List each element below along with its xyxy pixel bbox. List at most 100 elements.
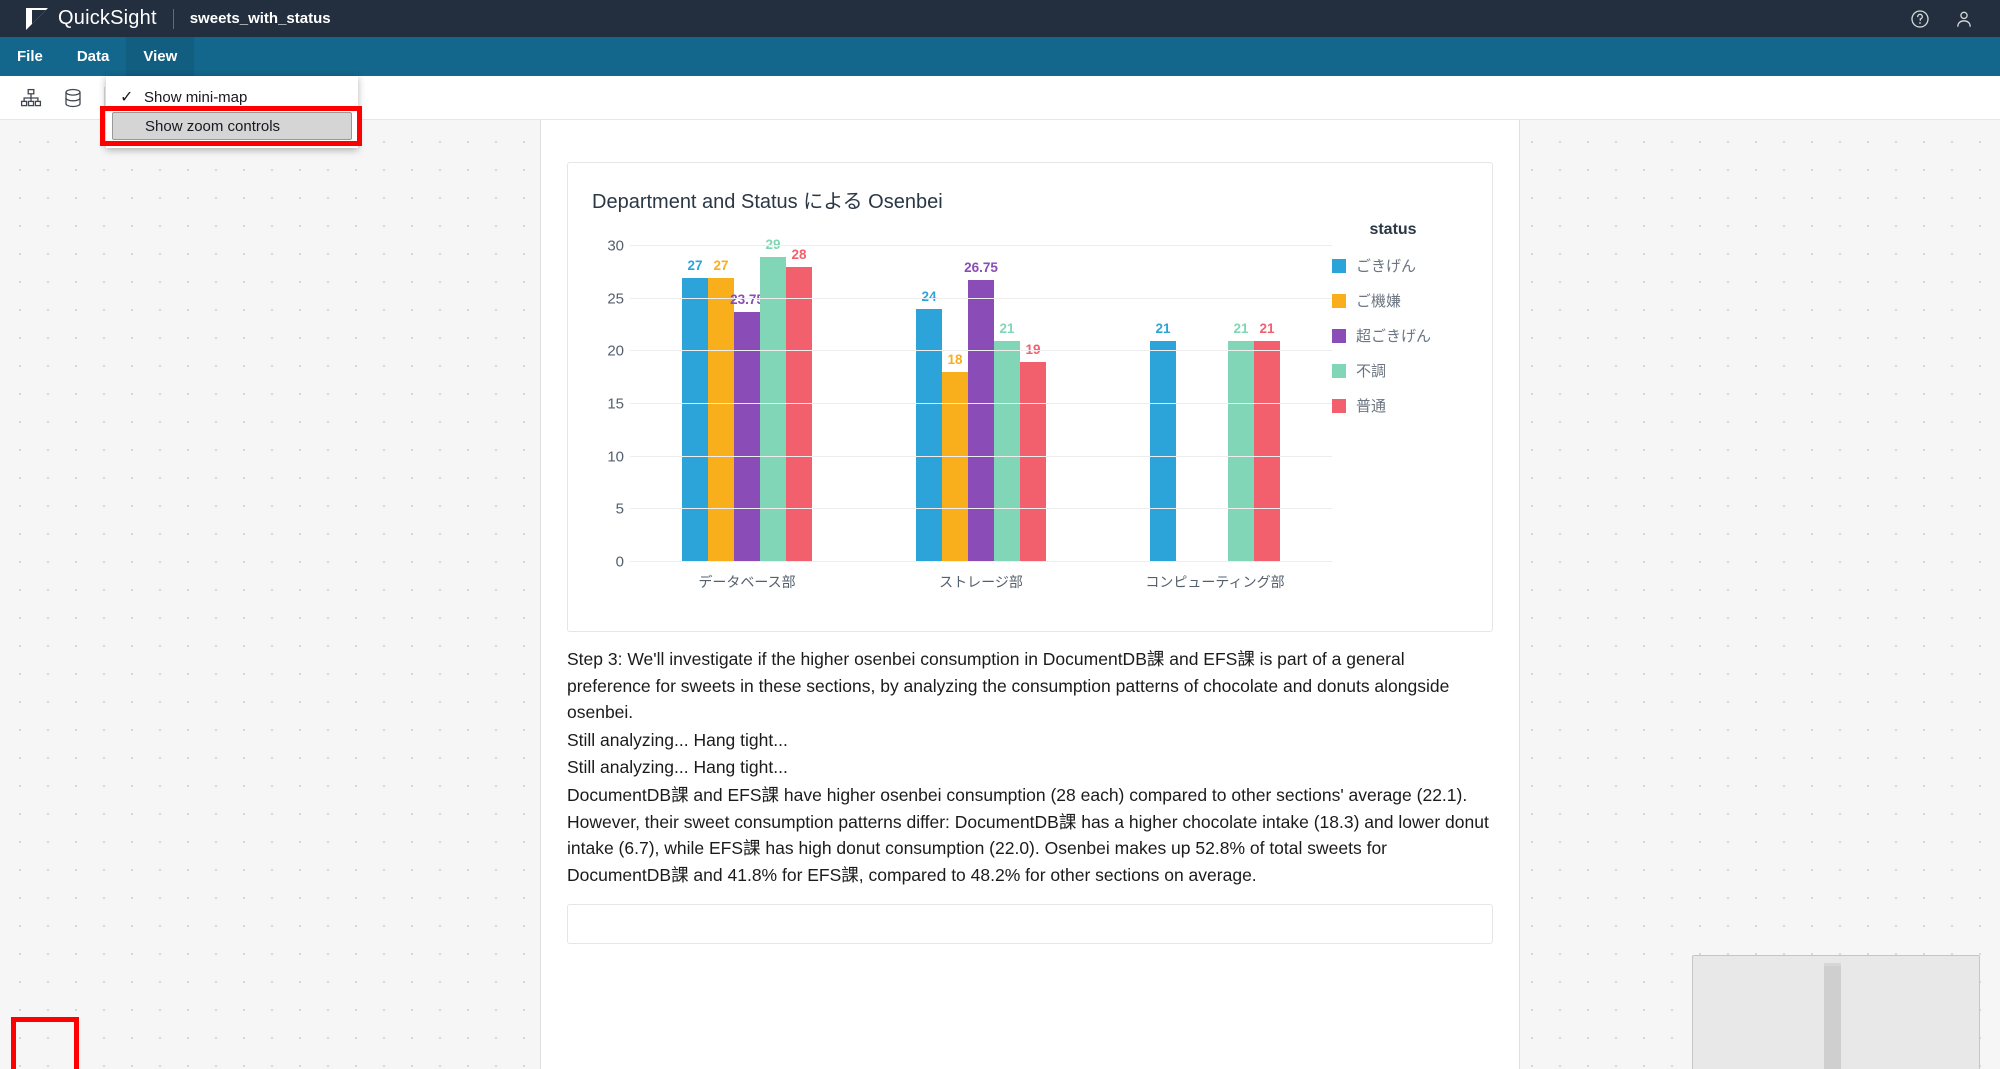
mini-map[interactable]	[1692, 955, 1980, 1069]
toolbar-divider	[104, 86, 105, 109]
legend-label: 不調	[1356, 363, 1387, 380]
bar-value-label: 26.75	[964, 260, 998, 276]
canvas-region-highlight	[11, 1017, 79, 1069]
legend-item[interactable]: 不調	[1332, 360, 1470, 381]
bar[interactable]	[1254, 340, 1280, 562]
bar[interactable]	[994, 340, 1020, 562]
bar-slot	[1176, 246, 1202, 562]
divider	[172, 8, 174, 29]
view-menu-dropdown: ✓ Show mini-map Show zoom controls	[106, 76, 358, 148]
hierarchy-icon[interactable]	[20, 87, 42, 109]
bar-slot: 21	[994, 246, 1020, 562]
legend-title: status	[1369, 221, 1417, 238]
chart-title: Department and Status による Osenbei	[592, 191, 943, 213]
bar-slot: 21	[1228, 246, 1254, 562]
x-axis-tick-label: データベース部	[698, 574, 796, 590]
plot: 272723.752928データベース部241826.752119ストレージ部2…	[607, 237, 1332, 590]
bar-slot: 23.75	[730, 246, 764, 562]
x-axis-tick-label: ストレージ部	[939, 574, 1023, 590]
gridline	[630, 561, 1332, 562]
narrative-paragraph: DocumentDB課 and EFS課 have higher osenbei…	[567, 784, 1489, 885]
bar[interactable]	[786, 267, 812, 562]
document-card: Department and Status による Osenbei 27 27 23…	[540, 120, 1520, 1069]
brand-name: QuickSight	[58, 7, 157, 29]
next-chart-card[interactable]	[567, 904, 1493, 945]
bar-slot: 27	[682, 246, 708, 562]
y-axis-tick: 5	[615, 500, 624, 518]
legend-swatch	[1332, 258, 1346, 273]
top-bar-actions	[1910, 9, 1986, 29]
gridline	[630, 350, 1332, 352]
menu-bar: File Data View	[0, 37, 2000, 76]
bar-value-label: 28	[791, 247, 807, 263]
narrative-paragraph: Still analyzing... Hang tight...	[567, 757, 788, 778]
bar[interactable]	[708, 277, 734, 562]
legend-label: ご機嫌	[1356, 293, 1402, 310]
bar[interactable]	[968, 280, 994, 562]
y-axis-tick: 30	[607, 237, 624, 255]
legend-item[interactable]: 普通	[1332, 395, 1470, 416]
bar-value-label: 18	[947, 352, 963, 368]
bar-group: 21 21 21 コンピューティング部	[1145, 246, 1284, 590]
bar-groups: 272723.752928データベース部241826.752119ストレージ部2…	[630, 237, 1332, 590]
gridline	[630, 245, 1332, 246]
legend-item[interactable]: 超ごきげん	[1332, 325, 1470, 346]
bar[interactable]	[916, 309, 942, 562]
bar-value-label: 27	[687, 257, 703, 273]
menu-file[interactable]: File	[0, 37, 60, 76]
bar-value-label: 21	[1233, 320, 1249, 336]
menu-data[interactable]: Data	[60, 37, 127, 76]
narrative-paragraph: Step 3: We'll investigate if the higher …	[567, 649, 1450, 723]
menu-option-show-zoom-controls[interactable]: Show zoom controls	[112, 112, 352, 140]
gridline	[630, 297, 1332, 299]
bar[interactable]	[682, 277, 708, 562]
bar-value-label: 27	[713, 257, 729, 273]
top-bar: QuickSight sweets_with_status	[0, 0, 2000, 37]
y-axis-tick: 15	[607, 395, 624, 413]
legend-swatch	[1332, 398, 1346, 413]
menu-option-show-mini-map[interactable]: ✓ Show mini-map	[106, 82, 358, 112]
bar-group: 27 27 23.7529 28 データベース部	[682, 237, 812, 590]
bar-slot: 21	[1254, 246, 1280, 562]
narrative-paragraph: Still analyzing... Hang tight...	[567, 729, 788, 750]
check-icon: ✓	[120, 89, 134, 106]
bar-slot: 19	[1020, 246, 1046, 562]
bar-slot: 21	[1150, 246, 1176, 562]
bar[interactable]	[942, 372, 968, 562]
legend-item[interactable]: ご機嫌	[1332, 290, 1470, 311]
quicksight-logo-icon	[26, 7, 48, 30]
bar[interactable]	[760, 256, 786, 562]
legend-swatch	[1332, 363, 1346, 378]
y-axis-tick: 25	[607, 290, 624, 308]
bar[interactable]	[1020, 361, 1046, 562]
legend-item[interactable]: ごきげん	[1332, 255, 1470, 276]
x-axis-tick-label: コンピューティング部	[1145, 574, 1285, 590]
bar-slot: 29	[760, 237, 786, 562]
bar-slot	[1202, 246, 1228, 562]
help-circle-icon[interactable]	[1910, 9, 1930, 29]
legend-label: 超ごきげん	[1356, 328, 1432, 345]
bar[interactable]	[1228, 340, 1254, 562]
bar-slot: 26.75	[964, 246, 998, 562]
y-axis-tick: 20	[607, 342, 624, 360]
bar-value-label: 21	[1155, 320, 1171, 336]
bar[interactable]	[1150, 340, 1176, 562]
y-axis-tick: 0	[615, 553, 624, 571]
chart-card[interactable]: Department and Status による Osenbei 27 27 23…	[567, 162, 1493, 632]
bar-value-label: 23.75	[730, 291, 764, 307]
chart-legend: status ごきげんご機嫌超ごきげん不調普通	[1332, 221, 1470, 430]
user-account-icon[interactable]	[1954, 9, 1974, 29]
mini-map-content	[1824, 966, 1841, 1069]
document-name: sweets_with_status	[189, 10, 331, 27]
canvas[interactable]: Department and Status による Osenbei 27 27 23…	[0, 120, 2000, 1069]
gridline	[630, 403, 1332, 404]
gridline	[630, 455, 1332, 457]
menu-option-label: Show zoom controls	[145, 117, 281, 135]
bar-group: 24 18 26.75 21 19 ストレージ部	[916, 246, 1046, 590]
bar-value-label: 21	[1259, 320, 1275, 336]
legend-label: ごきげん	[1356, 258, 1417, 275]
menu-view[interactable]: View	[126, 37, 195, 76]
bar-slot: 24	[916, 246, 942, 562]
bar-slot: 28	[786, 246, 812, 562]
database-icon[interactable]	[62, 87, 84, 109]
